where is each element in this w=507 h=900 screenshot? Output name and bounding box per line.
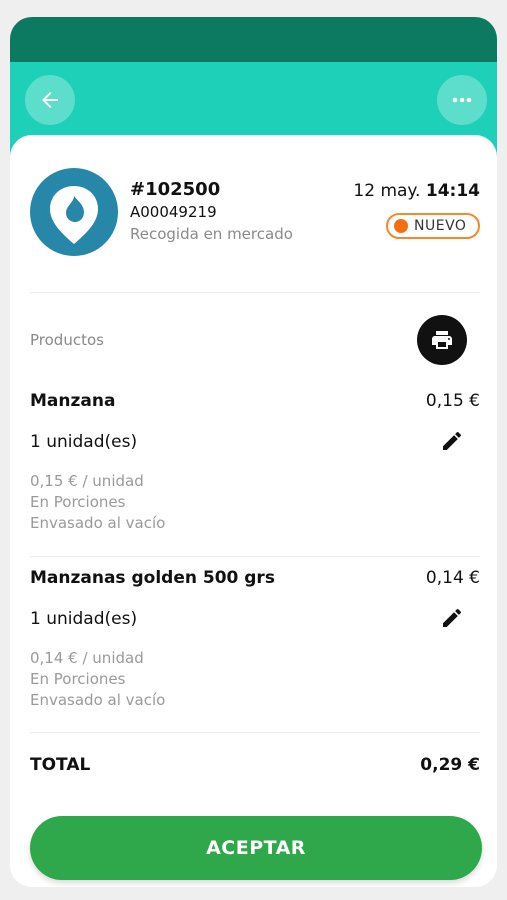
edit-product-button[interactable] xyxy=(438,604,466,632)
product-details: 0,15 € / unidad En Porciones Envasado al… xyxy=(30,471,165,534)
order-code: A00049219 xyxy=(130,203,217,221)
product-price: 0,15 € xyxy=(425,391,480,411)
order-date: 12 may. xyxy=(353,181,421,201)
status-text: NUEVO xyxy=(414,218,467,234)
divider xyxy=(30,292,480,293)
edit-product-button[interactable] xyxy=(438,427,466,455)
total-label: TOTAL xyxy=(30,755,91,775)
back-button[interactable] xyxy=(25,75,75,125)
status-dot-icon xyxy=(394,219,408,233)
app-screen: #102500 A00049219 Recogida en mercado 12… xyxy=(10,17,497,887)
more-horizontal-icon xyxy=(452,97,472,103)
arrow-left-icon xyxy=(42,92,58,108)
delivery-method: Recogida en mercado xyxy=(130,225,293,243)
unit-price: 0,15 € / unidad xyxy=(30,472,144,490)
products-heading: Productos xyxy=(30,331,104,349)
cut-option: En Porciones xyxy=(30,493,126,511)
order-number: #102500 xyxy=(130,179,221,200)
accept-button[interactable]: ACEPTAR xyxy=(30,816,482,880)
order-datetime: 12 may. 14:14 xyxy=(353,181,480,201)
order-detail-card: #102500 A00049219 Recogida en mercado 12… xyxy=(10,135,497,887)
product-quantity: 1 unidad(es) xyxy=(30,432,138,452)
print-button[interactable] xyxy=(417,315,467,365)
status-bar xyxy=(10,17,497,62)
product-price: 0,14 € xyxy=(425,568,480,588)
packaging-option: Envasado al vacío xyxy=(30,514,166,532)
divider xyxy=(30,732,480,733)
divider xyxy=(30,556,480,557)
pencil-icon xyxy=(443,431,462,450)
product-quantity: 1 unidad(es) xyxy=(30,609,138,629)
product-name: Manzanas golden 500 grs xyxy=(30,568,275,588)
unit-price: 0,14 € / unidad xyxy=(30,649,144,667)
order-time: 14:14 xyxy=(425,181,480,201)
total-value: 0,29 € xyxy=(420,755,480,775)
market-logo xyxy=(30,168,118,256)
product-name: Manzana xyxy=(30,391,116,411)
packaging-option: Envasado al vacío xyxy=(30,691,166,709)
printer-icon xyxy=(432,331,452,349)
more-options-button[interactable] xyxy=(437,75,487,125)
pencil-icon xyxy=(443,608,462,627)
status-badge: NUEVO xyxy=(386,213,480,239)
cut-option: En Porciones xyxy=(30,670,126,688)
product-details: 0,14 € / unidad En Porciones Envasado al… xyxy=(30,648,165,711)
